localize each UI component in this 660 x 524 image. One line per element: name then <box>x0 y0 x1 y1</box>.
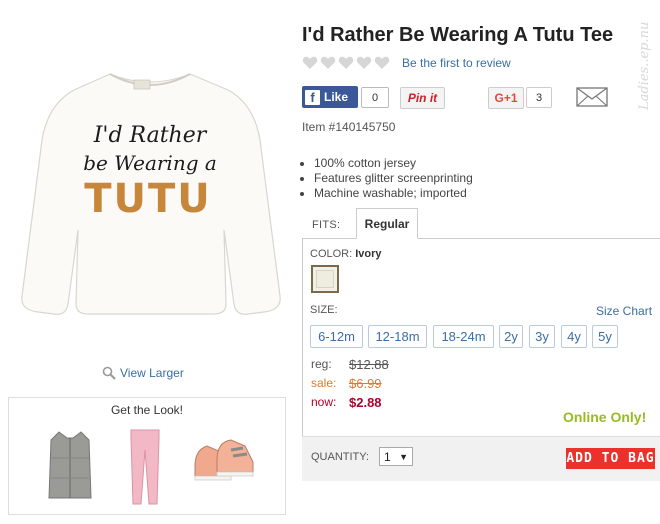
google-plus-button[interactable]: G+1 <box>488 87 524 109</box>
feature-item: 100% cotton jersey <box>314 156 473 171</box>
shirt-text-line1: I'd Rather <box>93 123 208 148</box>
get-the-look-panel: Get the Look! <box>8 397 286 515</box>
rating-hearts[interactable] <box>302 56 390 70</box>
first-review-link[interactable]: Be the first to review <box>402 56 511 70</box>
size-option-6-12m[interactable]: 6-12m <box>310 325 363 348</box>
heart-icon[interactable] <box>302 56 318 70</box>
facebook-like-count: 0 <box>361 87 389 108</box>
chevron-down-icon: ▼ <box>399 451 408 462</box>
swatch-fill <box>316 270 334 288</box>
now-price-label: now: <box>311 395 337 409</box>
envelope-icon[interactable] <box>576 86 608 108</box>
heart-icon[interactable] <box>320 56 336 70</box>
quantity-select[interactable]: 1 ▼ <box>379 447 413 466</box>
tab-regular[interactable]: Regular <box>356 208 418 239</box>
size-label: SIZE: <box>310 304 338 316</box>
size-option-12-18m[interactable]: 12-18m <box>368 325 427 348</box>
heart-icon[interactable] <box>374 56 390 70</box>
product-title: I'd Rather Be Wearing A Tutu Tee <box>302 24 614 46</box>
add-to-bag-button[interactable]: ADD TO BAG <box>566 448 655 469</box>
now-price-value: $2.88 <box>349 395 382 410</box>
google-plus-count: 3 <box>526 87 552 108</box>
feature-item: Features glitter screenprinting <box>314 171 473 186</box>
size-option-18-24m[interactable]: 18-24m <box>433 325 494 348</box>
sale-price-value: $6.99 <box>349 376 382 391</box>
size-option-4y[interactable]: 4y <box>561 325 587 348</box>
view-larger-label: View Larger <box>120 366 184 380</box>
fits-label: FITS: <box>312 219 341 231</box>
watermark-text: Ladies..ep.nu <box>637 22 652 111</box>
view-larger-link[interactable]: View Larger <box>102 366 184 380</box>
facebook-like-label: Like <box>324 90 349 104</box>
item-number: Item #140145750 <box>302 120 396 134</box>
quantity-value: 1 <box>384 449 391 464</box>
size-option-3y[interactable]: 3y <box>529 325 555 348</box>
product-image[interactable]: I'd Rather be Wearing a TUTU <box>14 60 286 322</box>
reg-price-value: $12.88 <box>349 357 389 372</box>
facebook-icon: f <box>305 89 320 105</box>
feature-list: 100% cotton jersey Features glitter scre… <box>302 156 473 201</box>
heart-icon[interactable] <box>356 56 372 70</box>
pants-icon[interactable] <box>125 426 165 508</box>
pinterest-pin-button[interactable]: Pin it <box>400 87 445 109</box>
magnifier-icon <box>102 366 116 380</box>
vest-icon[interactable] <box>45 428 95 504</box>
size-option-5y[interactable]: 5y <box>592 325 618 348</box>
quantity-label: QUANTITY: <box>311 451 370 463</box>
online-only-badge: Online Only! <box>563 409 647 425</box>
feature-item: Machine washable; imported <box>314 186 473 201</box>
get-the-look-title: Get the Look! <box>110 403 184 417</box>
size-option-2y[interactable]: 2y <box>499 325 523 348</box>
size-chart-link[interactable]: Size Chart <box>596 304 652 318</box>
color-swatch-ivory[interactable] <box>311 265 339 293</box>
shirt-text-line3: TUTU <box>84 176 212 222</box>
color-selected-name: Ivory <box>355 248 382 260</box>
color-label: COLOR: Ivory <box>310 248 382 260</box>
watermark: Ladies..ep.nu <box>637 22 652 111</box>
reg-price-label: reg: <box>311 357 332 371</box>
shirt-text-line2: be Wearing a <box>83 151 217 175</box>
sale-price-label: sale: <box>311 376 337 390</box>
color-label-text: COLOR: <box>310 248 353 260</box>
heart-icon[interactable] <box>338 56 354 70</box>
shoes-icon[interactable] <box>191 432 257 492</box>
facebook-like-button[interactable]: f Like <box>302 86 358 108</box>
